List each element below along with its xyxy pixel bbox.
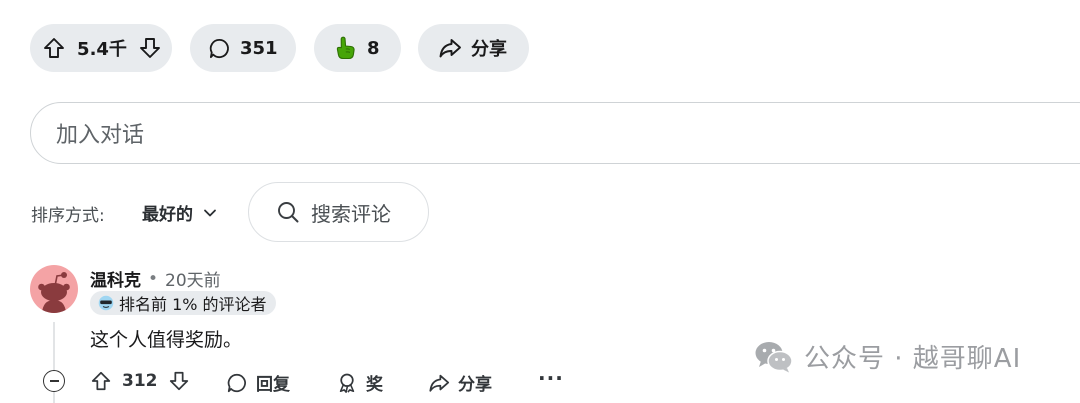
user-flair: 排名前 1% 的评论者 bbox=[90, 291, 276, 315]
comment-downvote-icon[interactable] bbox=[168, 370, 190, 392]
upvote-icon[interactable] bbox=[42, 36, 66, 60]
watermark: 公众号 · 越哥聊AI bbox=[754, 338, 1021, 375]
award-ribbon-icon bbox=[336, 372, 358, 394]
watermark-text: 公众号 · 越哥聊AI bbox=[804, 344, 1022, 374]
award-label: 奖 bbox=[366, 375, 383, 395]
search-comments-button[interactable]: 搜索评论 bbox=[248, 182, 429, 242]
meta-separator: • bbox=[148, 268, 159, 289]
comment-author[interactable]: 温科克 bbox=[90, 266, 141, 291]
award-count: 8 bbox=[367, 37, 380, 59]
award-button[interactable]: 8 bbox=[314, 24, 401, 72]
sunglasses-emoji-icon bbox=[98, 295, 114, 311]
comment-body: 这个人值得奖励。 bbox=[90, 329, 243, 351]
comment-bubble-icon bbox=[226, 372, 248, 394]
share-button[interactable]: 分享 bbox=[418, 24, 529, 72]
search-comments-label: 搜索评论 bbox=[311, 201, 391, 226]
comment-meta: 温科克 • 20天前 bbox=[90, 266, 221, 292]
downvote-icon[interactable] bbox=[138, 36, 162, 60]
post-vote-pill: 5.4千 bbox=[30, 24, 172, 72]
join-conversation-input[interactable]: 加入对话 bbox=[30, 102, 1080, 164]
user-flair-text: 排名前 1% 的评论者 bbox=[119, 295, 267, 314]
comment-vote-count: 312 bbox=[122, 371, 158, 391]
share-arrow-icon bbox=[428, 372, 450, 394]
comment-count: 351 bbox=[240, 37, 278, 59]
collapse-thread-button[interactable] bbox=[43, 370, 65, 392]
comments-button[interactable]: 351 bbox=[190, 24, 296, 72]
ellipsis-icon: ··· bbox=[538, 366, 564, 390]
snoo-avatar-icon bbox=[38, 272, 70, 313]
sort-value: 最好的 bbox=[142, 205, 193, 225]
minus-icon bbox=[49, 380, 59, 382]
wechat-logo-icon bbox=[754, 340, 794, 374]
comment-timestamp: 20天前 bbox=[165, 271, 221, 291]
search-icon bbox=[276, 200, 300, 224]
post-vote-count: 5.4千 bbox=[77, 39, 127, 60]
comment-vote-group: 312 bbox=[90, 370, 190, 392]
comment-share-button[interactable]: 分享 bbox=[428, 370, 492, 395]
join-conversation-placeholder: 加入对话 bbox=[56, 123, 145, 148]
comment-bubble-icon bbox=[208, 37, 231, 60]
reply-button[interactable]: 回复 bbox=[226, 370, 290, 395]
avatar[interactable] bbox=[30, 265, 78, 313]
reply-label: 回复 bbox=[256, 375, 290, 395]
pointing-hand-award-icon bbox=[333, 35, 359, 61]
chevron-down-icon bbox=[203, 206, 217, 220]
sort-by-label: 排序方式: bbox=[31, 206, 105, 226]
share-arrow-icon bbox=[438, 36, 462, 60]
share-label: 分享 bbox=[471, 39, 507, 60]
comment-upvote-icon[interactable] bbox=[90, 370, 112, 392]
give-award-button[interactable]: 奖 bbox=[336, 370, 383, 395]
comment-share-label: 分享 bbox=[458, 375, 492, 395]
more-options-button[interactable]: ··· bbox=[538, 366, 564, 390]
sort-dropdown[interactable]: 最好的 bbox=[142, 200, 217, 225]
